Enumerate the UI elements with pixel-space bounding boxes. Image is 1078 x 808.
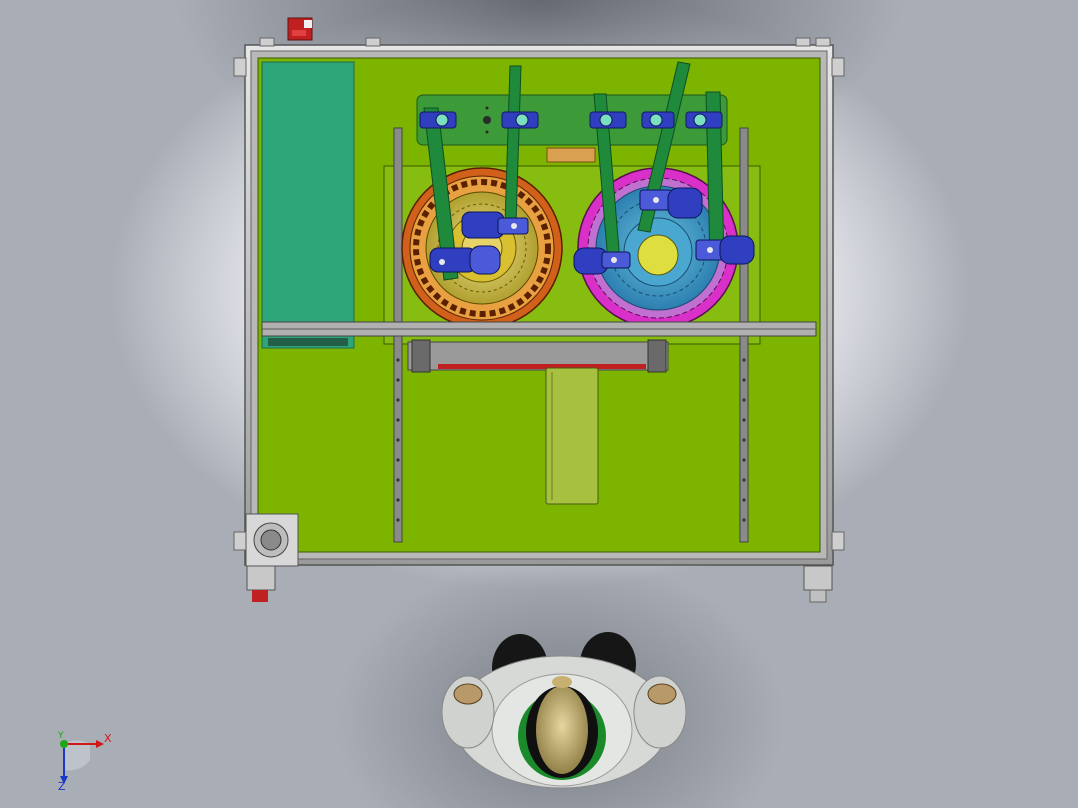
bar-bracket	[546, 147, 596, 163]
top-stop-button[interactable]	[287, 17, 313, 41]
cad-viewport[interactable]: X Y Z	[0, 0, 1078, 808]
cabinet-vent	[268, 338, 348, 346]
electrical-cabinet[interactable]	[261, 61, 355, 349]
axis-triad	[60, 740, 104, 784]
x-axis-label: X	[104, 732, 112, 745]
bar-hole	[483, 116, 491, 124]
machine-feet	[246, 565, 833, 603]
operator-figure[interactable]	[441, 632, 687, 789]
control-box[interactable]	[245, 513, 299, 567]
z-axis-label: Z	[58, 780, 66, 793]
machine-frame[interactable]	[233, 17, 845, 603]
y-axis-label: Y	[57, 731, 64, 741]
y-axis-dot	[60, 740, 68, 748]
